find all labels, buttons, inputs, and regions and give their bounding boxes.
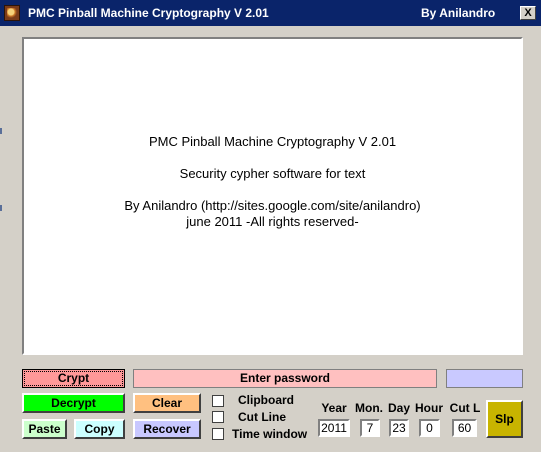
cut-line-label: Cut Line bbox=[238, 410, 286, 424]
window-title: PMC Pinball Machine Cryptography V 2.01 bbox=[28, 6, 269, 20]
window-edge-marker bbox=[0, 128, 2, 134]
time-window-checkbox[interactable] bbox=[212, 428, 224, 440]
window-edge-marker bbox=[0, 205, 2, 211]
year-input[interactable]: 2011 bbox=[318, 419, 350, 437]
window-author: By Anilandro bbox=[421, 6, 496, 20]
password-field[interactable]: Enter password bbox=[133, 369, 437, 388]
close-button[interactable]: X bbox=[520, 6, 536, 20]
clipboard-label: Clipboard bbox=[238, 393, 294, 407]
paste-button[interactable]: Paste bbox=[22, 419, 67, 439]
sleep-button[interactable]: Slp bbox=[486, 400, 523, 438]
month-input[interactable]: 7 bbox=[360, 419, 380, 437]
time-window-label: Time window bbox=[232, 427, 308, 441]
status-color-box bbox=[446, 369, 523, 388]
cut-length-input[interactable]: 60 bbox=[452, 419, 477, 437]
clipboard-checkbox[interactable] bbox=[212, 395, 224, 407]
main-text-panel[interactable]: PMC Pinball Machine Cryptography V 2.01 … bbox=[22, 37, 523, 355]
about-spacer bbox=[24, 182, 521, 198]
window-titlebar: PMC Pinball Machine Cryptography V 2.01 … bbox=[0, 0, 541, 26]
year-label: Year bbox=[321, 401, 347, 415]
recover-button[interactable]: Recover bbox=[133, 419, 201, 439]
hour-label: Hour bbox=[415, 401, 443, 415]
about-spacer bbox=[24, 150, 521, 166]
day-label: Day bbox=[387, 401, 410, 415]
about-author-line: By Anilandro (http://sites.google.com/si… bbox=[124, 198, 421, 213]
month-label: Mon. bbox=[355, 401, 383, 415]
day-input[interactable]: 23 bbox=[389, 419, 409, 437]
copy-button[interactable]: Copy bbox=[74, 419, 125, 439]
hour-input[interactable]: 0 bbox=[419, 419, 440, 437]
cut-line-checkbox[interactable] bbox=[212, 411, 224, 423]
crypt-button[interactable]: Crypt bbox=[22, 369, 125, 388]
clear-button[interactable]: Clear bbox=[133, 393, 201, 413]
about-title-line: PMC Pinball Machine Cryptography V 2.01 bbox=[148, 134, 397, 149]
pinball-app-icon bbox=[4, 5, 20, 21]
about-text-block: PMC Pinball Machine Cryptography V 2.01 … bbox=[24, 134, 521, 230]
about-description-line: Security cypher software for text bbox=[179, 166, 366, 181]
cut-length-label: Cut L bbox=[449, 401, 481, 415]
about-rights-line: june 2011 -All rights reserved- bbox=[186, 214, 359, 229]
decrypt-button[interactable]: Decrypt bbox=[22, 393, 125, 413]
